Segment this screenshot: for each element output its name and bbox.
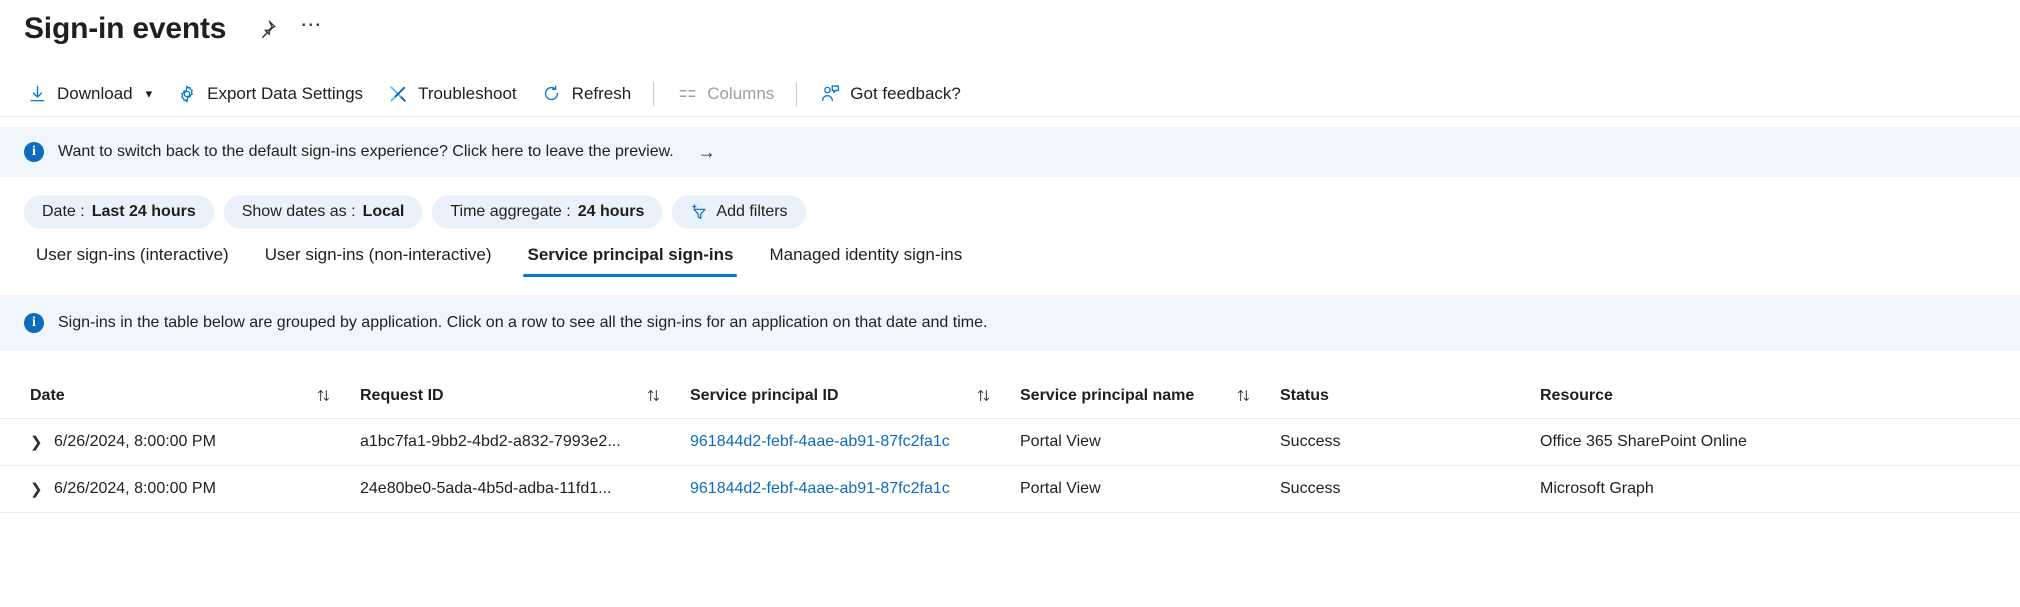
cell-service-principal-name: Portal View [1020, 480, 1280, 498]
column-header-service-principal-id[interactable]: Service principal ID [690, 387, 1020, 405]
pin-icon[interactable] [252, 14, 282, 44]
filter-pill-time-aggregate-value: 24 hours [578, 203, 645, 221]
sort-updown-icon[interactable] [645, 387, 690, 404]
refresh-label: Refresh [572, 84, 632, 104]
service-principal-id-link[interactable]: 961844d2-febf-4aae-ab91-87fc2fa1c [690, 480, 950, 498]
table-row[interactable]: ❯ 6/26/2024, 8:00:00 PM 24e80be0-5ada-4b… [0, 466, 2020, 513]
cell-date-value: 6/26/2024, 8:00:00 PM [54, 433, 216, 451]
info-icon: i [24, 142, 44, 162]
export-data-settings-button[interactable]: Export Data Settings [164, 74, 375, 114]
feedback-person-icon [819, 83, 841, 105]
column-header-status[interactable]: Status [1280, 387, 1540, 405]
download-button[interactable]: Download ▾ [24, 74, 164, 114]
sort-updown-icon[interactable] [315, 387, 360, 404]
troubleshoot-button[interactable]: Troubleshoot [375, 74, 529, 114]
page-title: Sign-in events [24, 14, 226, 44]
column-header-date-label: Date [30, 387, 65, 405]
cell-service-principal-id[interactable]: 961844d2-febf-4aae-ab91-87fc2fa1c [690, 480, 1020, 498]
page-header: Sign-in events ⋯ [0, 0, 2020, 54]
column-header-service-principal-name[interactable]: Service principal name [1020, 387, 1280, 405]
cell-resource: Microsoft Graph [1540, 480, 1940, 498]
cell-date: ❯ 6/26/2024, 8:00:00 PM [30, 480, 360, 498]
preview-banner-text: Want to switch back to the default sign-… [58, 143, 674, 161]
add-filters-label: Add filters [716, 203, 787, 221]
filter-pill-bar: Date : Last 24 hours Show dates as : Loc… [0, 177, 2020, 229]
filter-pill-show-dates-as[interactable]: Show dates as : Local [224, 195, 423, 229]
column-header-request-id-label: Request ID [360, 387, 444, 405]
filter-pill-date[interactable]: Date : Last 24 hours [24, 195, 214, 229]
chevron-right-icon[interactable]: ❯ [30, 433, 44, 451]
cell-resource: Office 365 SharePoint Online [1540, 433, 1940, 451]
cell-status: Success [1280, 433, 1540, 451]
cell-date: ❯ 6/26/2024, 8:00:00 PM [30, 433, 360, 451]
toolbar-divider [653, 82, 654, 106]
column-header-service-principal-id-label: Service principal ID [690, 387, 839, 405]
filter-pill-date-value: Last 24 hours [92, 203, 196, 221]
chevron-right-icon[interactable]: ❯ [30, 480, 44, 498]
filter-pill-date-prefix: Date : [42, 203, 85, 221]
cell-service-principal-id[interactable]: 961844d2-febf-4aae-ab91-87fc2fa1c [690, 433, 1020, 451]
columns-button[interactable]: Columns [664, 74, 786, 114]
wrench-screwdriver-icon [387, 83, 409, 105]
filter-pill-show-dates-as-prefix: Show dates as : [242, 203, 356, 221]
tab-user-sign-ins-non-interactive-label: User sign-ins (non-interactive) [265, 245, 492, 264]
cell-date-value: 6/26/2024, 8:00:00 PM [54, 480, 216, 498]
cell-service-principal-name: Portal View [1020, 433, 1280, 451]
tab-user-sign-ins-interactive-label: User sign-ins (interactive) [36, 245, 229, 264]
table-row[interactable]: ❯ 6/26/2024, 8:00:00 PM a1bc7fa1-9bb2-4b… [0, 419, 2020, 466]
tab-service-principal-sign-ins-label: Service principal sign-ins [527, 245, 733, 264]
tab-service-principal-sign-ins[interactable]: Service principal sign-ins [509, 245, 751, 277]
gear-icon [176, 83, 198, 105]
service-principal-id-link[interactable]: 961844d2-febf-4aae-ab91-87fc2fa1c [690, 433, 950, 451]
filter-pill-time-aggregate[interactable]: Time aggregate : 24 hours [432, 195, 662, 229]
tab-managed-identity-sign-ins-label: Managed identity sign-ins [769, 245, 962, 264]
tab-managed-identity-sign-ins[interactable]: Managed identity sign-ins [751, 245, 980, 277]
sort-updown-icon[interactable] [975, 387, 1020, 404]
add-filters-button[interactable]: Add filters [672, 195, 805, 229]
add-filter-funnel-icon [690, 203, 709, 222]
ellipsis-icon[interactable]: ⋯ [296, 14, 326, 44]
troubleshoot-label: Troubleshoot [418, 84, 517, 104]
column-header-resource-label: Resource [1540, 387, 1613, 405]
command-bar: Download ▾ Export Data Settings [0, 71, 2020, 117]
table-header-row: Date Request ID Service principal ID [0, 373, 2020, 419]
export-data-settings-label: Export Data Settings [207, 84, 363, 104]
filter-pill-show-dates-as-value: Local [363, 203, 405, 221]
download-label: Download [57, 84, 133, 104]
refresh-icon [541, 83, 563, 105]
cell-request-id: a1bc7fa1-9bb2-4bd2-a832-7993e2... [360, 433, 690, 451]
cell-request-id: 24e80be0-5ada-4b5d-adba-11fd1... [360, 480, 690, 498]
download-icon [26, 83, 48, 105]
tab-user-sign-ins-non-interactive[interactable]: User sign-ins (non-interactive) [247, 245, 510, 277]
info-icon: i [24, 313, 44, 333]
sort-updown-icon[interactable] [1235, 387, 1280, 404]
column-header-resource[interactable]: Resource [1540, 387, 1940, 405]
column-header-request-id[interactable]: Request ID [360, 387, 690, 405]
column-header-service-principal-name-label: Service principal name [1020, 387, 1194, 405]
chevron-down-icon[interactable]: ▾ [146, 86, 153, 102]
got-feedback-button[interactable]: Got feedback? [807, 74, 973, 114]
filter-pill-time-aggregate-prefix: Time aggregate : [450, 203, 570, 221]
columns-label: Columns [707, 84, 774, 104]
sign-in-type-tabs: User sign-ins (interactive) User sign-in… [0, 229, 2020, 277]
grouping-banner: i Sign-ins in the table below are groupe… [0, 295, 2020, 351]
columns-icon [676, 83, 698, 105]
column-header-date[interactable]: Date [30, 387, 360, 405]
sign-ins-table: Date Request ID Service principal ID [0, 373, 2020, 513]
toolbar-divider-2 [796, 82, 797, 106]
grouping-banner-text: Sign-ins in the table below are grouped … [58, 314, 987, 332]
tab-user-sign-ins-interactive[interactable]: User sign-ins (interactive) [18, 245, 247, 277]
arrow-right-icon[interactable]: → [698, 142, 716, 163]
refresh-button[interactable]: Refresh [529, 74, 644, 114]
sign-in-events-page: Sign-in events ⋯ Download ▾ [0, 0, 2020, 607]
preview-banner[interactable]: i Want to switch back to the default sig… [0, 127, 2020, 177]
column-header-status-label: Status [1280, 387, 1329, 405]
got-feedback-label: Got feedback? [850, 84, 961, 104]
cell-status: Success [1280, 480, 1540, 498]
